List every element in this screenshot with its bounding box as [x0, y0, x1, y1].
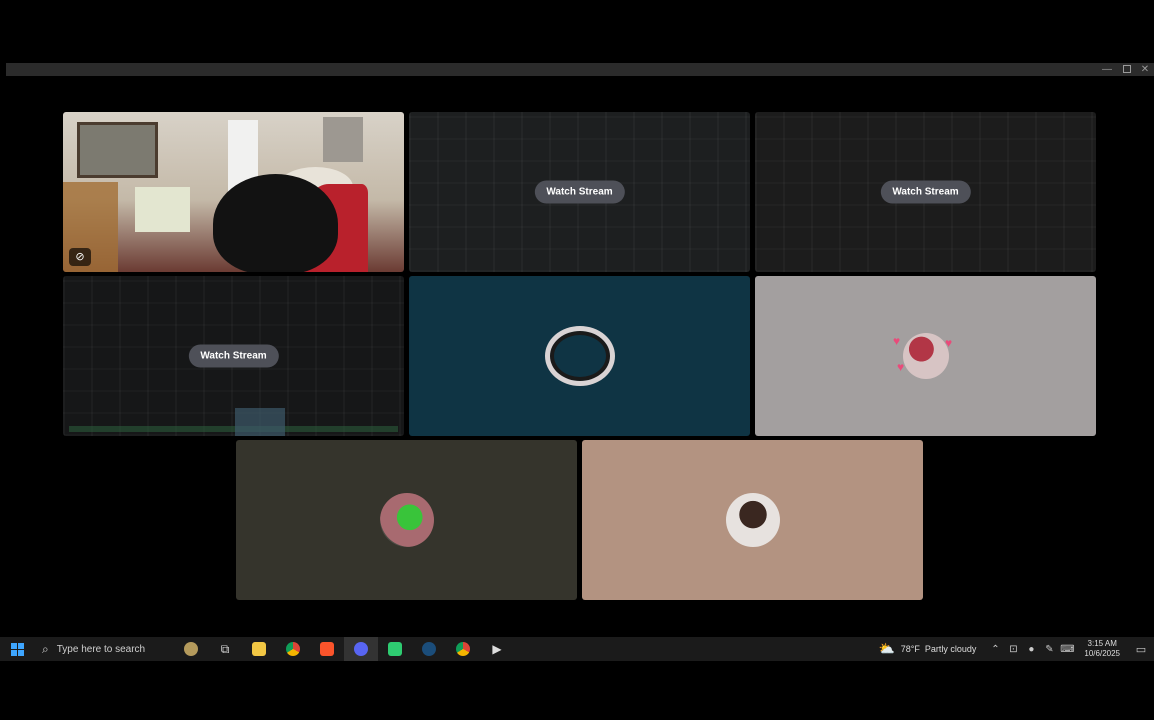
background-panel	[323, 117, 363, 162]
weather-widget[interactable]: ⛅ 78°F Partly cloudy	[879, 641, 987, 657]
heart-icon: ♥	[897, 360, 905, 374]
avatar	[544, 326, 615, 386]
clock-date: 10/6/2025	[1084, 649, 1120, 658]
maximize-button[interactable]	[1118, 63, 1136, 76]
windows-logo-icon	[10, 642, 24, 656]
maximize-icon	[1123, 65, 1131, 74]
search-placeholder: Type here to search	[56, 643, 146, 655]
participant-tile[interactable]: ♥ ♥ ♥	[755, 276, 1096, 436]
steam-icon[interactable]	[412, 637, 446, 661]
system-tray: ⌃ ⊡ ● ✎ ⌨	[986, 644, 1076, 655]
watch-stream-button[interactable]: Watch Stream	[534, 180, 625, 204]
partly-cloudy-icon: ⛅	[878, 641, 895, 656]
camera-tray-icon[interactable]: ⊡	[1004, 644, 1022, 655]
background-box	[135, 187, 190, 232]
chrome-profile-icon[interactable]	[446, 637, 480, 661]
stream-tile[interactable]: Watch Stream	[755, 112, 1096, 272]
participant-tile[interactable]	[409, 276, 750, 436]
camera-off-icon[interactable]: ⊘	[69, 248, 91, 266]
avatar	[902, 333, 949, 379]
weather-temp: 78°F	[900, 644, 920, 654]
keyboard-icon[interactable]: ⌨	[1058, 644, 1076, 655]
stream-preview-thumb	[235, 408, 285, 436]
heart-icon: ♥	[893, 334, 901, 348]
taskbar-clock[interactable]: 3:15 AM 10/6/2025	[1076, 639, 1128, 659]
camera-tile[interactable]: ⊘	[63, 112, 404, 272]
media-player-icon[interactable]: ▶	[480, 637, 514, 661]
avatar	[379, 493, 434, 547]
taskbar-search[interactable]: ⌕ Type here to search	[34, 637, 174, 661]
heart-icon: ♥	[945, 336, 953, 350]
window-titlebar: — ✕	[6, 63, 1154, 76]
chrome-icon[interactable]	[276, 637, 310, 661]
start-button[interactable]	[0, 637, 34, 661]
task-view-icon[interactable]: ⧉	[208, 637, 242, 661]
person-head	[213, 174, 338, 272]
notification-icon[interactable]: ▭	[1128, 643, 1154, 656]
watch-stream-button[interactable]: Watch Stream	[188, 344, 279, 368]
file-explorer-icon[interactable]	[242, 637, 276, 661]
pen-icon[interactable]: ✎	[1040, 644, 1058, 655]
minimize-button[interactable]: —	[1098, 63, 1116, 76]
news-widget-icon[interactable]	[174, 637, 208, 661]
clock-time: 3:15 AM	[1087, 639, 1117, 648]
stream-tile[interactable]: Watch Stream	[63, 276, 404, 436]
weather-condition: Partly cloudy	[924, 644, 977, 654]
green-app-icon[interactable]	[378, 637, 412, 661]
watch-stream-button[interactable]: Watch Stream	[880, 180, 971, 204]
microphone-icon[interactable]: ●	[1022, 644, 1040, 655]
avatar	[725, 493, 780, 547]
chevron-up-icon[interactable]: ⌃	[986, 644, 1004, 655]
search-icon: ⌕	[42, 641, 49, 656]
stream-preview-bar	[69, 426, 398, 432]
participant-tile[interactable]	[582, 440, 923, 600]
taskbar: ⌕ Type here to search ⧉ ▶ ⛅ 78°F Partly …	[0, 637, 1154, 661]
participant-tile[interactable]	[236, 440, 577, 600]
stream-tile[interactable]: Watch Stream	[409, 112, 750, 272]
brave-icon[interactable]	[310, 637, 344, 661]
discord-icon[interactable]	[344, 637, 378, 661]
close-button[interactable]: ✕	[1136, 63, 1154, 76]
background-picture-frame	[77, 122, 158, 178]
